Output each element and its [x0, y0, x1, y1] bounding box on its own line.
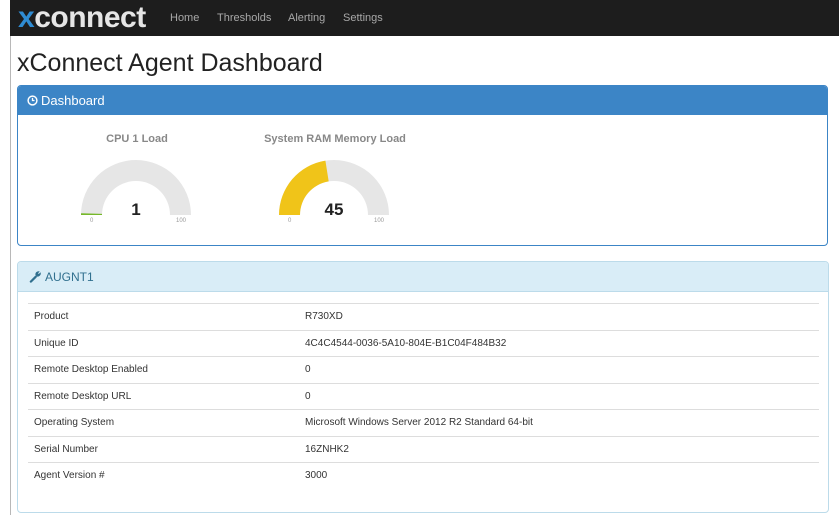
- page-border: [10, 36, 11, 515]
- nav-settings[interactable]: Settings: [343, 12, 383, 24]
- wrench-icon: [29, 264, 42, 294]
- agent-panel-title: AUGNT1: [45, 270, 94, 284]
- row-key: Remote Desktop Enabled: [28, 356, 299, 383]
- row-value: 0: [299, 356, 819, 383]
- dashboard-panel: Dashboard CPU 1 Load 1 0 100 System RAM …: [17, 85, 828, 246]
- row-value: R730XD: [299, 303, 819, 330]
- top-navbar: xconnect Home Thresholds Alerting Settin…: [10, 0, 839, 36]
- nav-thresholds[interactable]: Thresholds: [217, 12, 271, 24]
- cpu-gauge-max: 100: [176, 218, 187, 224]
- cpu-gauge-value: 1: [131, 200, 141, 219]
- clock-icon: [27, 87, 38, 116]
- row-value: 3000: [299, 462, 819, 489]
- cpu-gauge-min: 0: [90, 218, 94, 224]
- dashboard-panel-header: Dashboard: [18, 86, 827, 115]
- row-key: Remote Desktop URL: [28, 382, 299, 410]
- dashboard-panel-title: Dashboard: [41, 93, 105, 108]
- row-key: Operating System: [28, 409, 299, 436]
- agent-panel-header: AUGNT1: [18, 262, 828, 292]
- nav-alerting[interactable]: Alerting: [288, 12, 325, 24]
- table-row: Remote Desktop Enabled 0: [28, 356, 819, 383]
- table-row: Agent Version # 3000: [28, 462, 819, 489]
- row-value: Microsoft Windows Server 2012 R2 Standar…: [299, 409, 819, 436]
- table-row: Remote Desktop URL 0: [28, 382, 819, 410]
- ram-gauge-title: System RAM Memory Load: [264, 133, 406, 145]
- table-row: Product R730XD: [28, 303, 819, 330]
- agent-info-panel: AUGNT1 Product R730XD Unique ID 4C4C4544…: [17, 261, 829, 513]
- row-key: Product: [28, 303, 299, 330]
- page-title: xConnect Agent Dashboard: [17, 49, 323, 77]
- table-row: Operating System Microsoft Windows Serve…: [28, 409, 819, 436]
- row-value: 16ZNHK2: [299, 435, 819, 463]
- brand-logo[interactable]: xconnect: [18, 1, 146, 35]
- row-value: 0: [299, 382, 819, 410]
- brand-logo-x: x: [18, 1, 35, 34]
- table-row: Serial Number 16ZNHK2: [28, 435, 819, 463]
- agent-info-table: Product R730XD Unique ID 4C4C4544-0036-5…: [28, 303, 819, 489]
- table-row: Unique ID 4C4C4544-0036-5A10-804E-B1C04F…: [28, 329, 819, 357]
- ram-gauge-value: 45: [324, 200, 344, 219]
- row-key: Serial Number: [28, 435, 299, 463]
- ram-gauge-max: 100: [374, 218, 385, 224]
- nav-home[interactable]: Home: [170, 12, 199, 24]
- row-value: 4C4C4544-0036-5A10-804E-B1C04F484B32: [299, 329, 819, 357]
- brand-logo-text: connect: [34, 1, 146, 34]
- cpu-gauge-title: CPU 1 Load: [106, 133, 168, 145]
- row-key: Unique ID: [28, 329, 299, 357]
- row-key: Agent Version #: [28, 462, 299, 489]
- ram-gauge-min: 0: [288, 218, 292, 224]
